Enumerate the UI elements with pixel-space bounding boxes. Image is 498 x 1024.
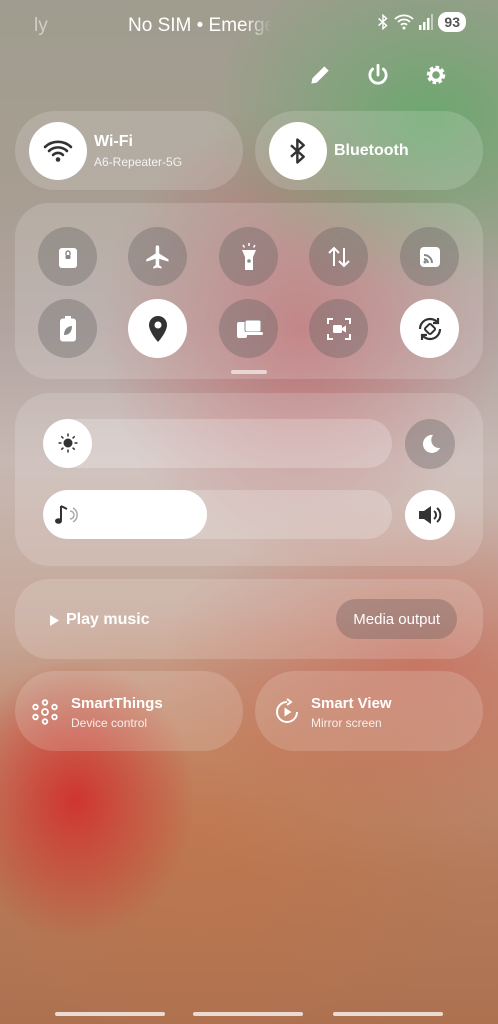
flashlight-icon	[241, 242, 256, 270]
dark-mode-toggle[interactable]	[405, 419, 455, 469]
nav-home[interactable]	[193, 1012, 303, 1016]
smartview-subtitle: Mirror screen	[311, 716, 382, 730]
wifi-toggle[interactable]	[29, 122, 87, 180]
sun-icon	[58, 433, 78, 453]
leaf-battery-icon	[59, 315, 76, 341]
toggle-location[interactable]	[128, 299, 187, 358]
panel-drag-handle[interactable]	[231, 370, 267, 374]
lock-folder-icon	[58, 247, 77, 268]
play-music-label: Play music	[66, 611, 150, 628]
bluetooth-toggle[interactable]	[269, 122, 327, 180]
smartthings-subtitle: Device control	[71, 716, 148, 730]
wifi-network-name: A6-Repeater-5G	[94, 155, 183, 169]
toggle-airplane-mode[interactable]	[128, 227, 187, 286]
toggle-screen-recorder[interactable]	[309, 299, 368, 358]
power-icon[interactable]	[365, 62, 391, 88]
smartthings-icon	[32, 699, 58, 725]
volume-slider[interactable]	[43, 490, 392, 539]
nav-back[interactable]	[333, 1012, 443, 1016]
bluetooth-icon	[378, 14, 389, 30]
moon-icon	[422, 434, 440, 453]
toggle-secure-folder[interactable]	[38, 227, 97, 286]
smartthings-tile[interactable]: SmartThings Device control	[15, 671, 243, 751]
battery-badge: 93	[438, 12, 466, 32]
screen-recorder-icon	[326, 317, 351, 340]
media-output-button[interactable]: Media output	[336, 599, 457, 639]
play-icon	[50, 614, 59, 626]
settings-icon[interactable]	[423, 62, 449, 88]
wifi-tile[interactable]: Wi-Fi A6-Repeater-5G	[15, 111, 243, 190]
data-arrows-icon	[327, 246, 350, 267]
carrier-text: No SIM • Emergency	[128, 15, 272, 36]
toggle-cast[interactable]	[400, 227, 459, 286]
toggle-power-saving[interactable]	[38, 299, 97, 358]
smart-view-icon	[276, 698, 298, 723]
nav-recents[interactable]	[55, 1012, 165, 1016]
bluetooth-label: Bluetooth	[334, 142, 409, 159]
media-panel: Play music Media output	[15, 579, 483, 659]
signal-icon	[419, 14, 434, 30]
status-bar: ly No SIM • Emergency 93	[0, 0, 498, 48]
bluetooth-tile[interactable]: Bluetooth	[255, 111, 483, 190]
link-devices-icon	[236, 319, 263, 338]
cast-icon	[419, 246, 440, 267]
bluetooth-icon	[290, 138, 305, 164]
status-left-text: ly	[34, 15, 48, 36]
music-note-icon	[55, 505, 78, 524]
airplane-icon	[145, 244, 168, 269]
status-icons: 93	[377, 12, 466, 32]
toggle-flashlight[interactable]	[219, 227, 278, 286]
wifi-icon	[43, 140, 73, 162]
smartview-title: Smart View	[311, 695, 392, 712]
toggle-auto-rotate[interactable]	[400, 299, 459, 358]
brightness-slider[interactable]	[43, 419, 392, 468]
play-music-button[interactable]: Play music	[49, 611, 150, 629]
rotate-icon	[418, 317, 441, 340]
wifi-calling-icon	[394, 14, 415, 30]
sound-mode-toggle[interactable]	[405, 490, 455, 540]
location-pin-icon	[148, 315, 167, 342]
toggle-link-to-windows[interactable]	[219, 299, 278, 358]
smartthings-title: SmartThings	[71, 695, 163, 712]
media-output-label: Media output	[353, 610, 440, 628]
wifi-label: Wi-Fi	[94, 133, 133, 150]
speaker-icon	[419, 506, 442, 524]
smartview-tile[interactable]: Smart View Mirror screen	[255, 671, 483, 751]
edit-icon[interactable]	[307, 62, 333, 88]
toggle-mobile-data[interactable]	[309, 227, 368, 286]
